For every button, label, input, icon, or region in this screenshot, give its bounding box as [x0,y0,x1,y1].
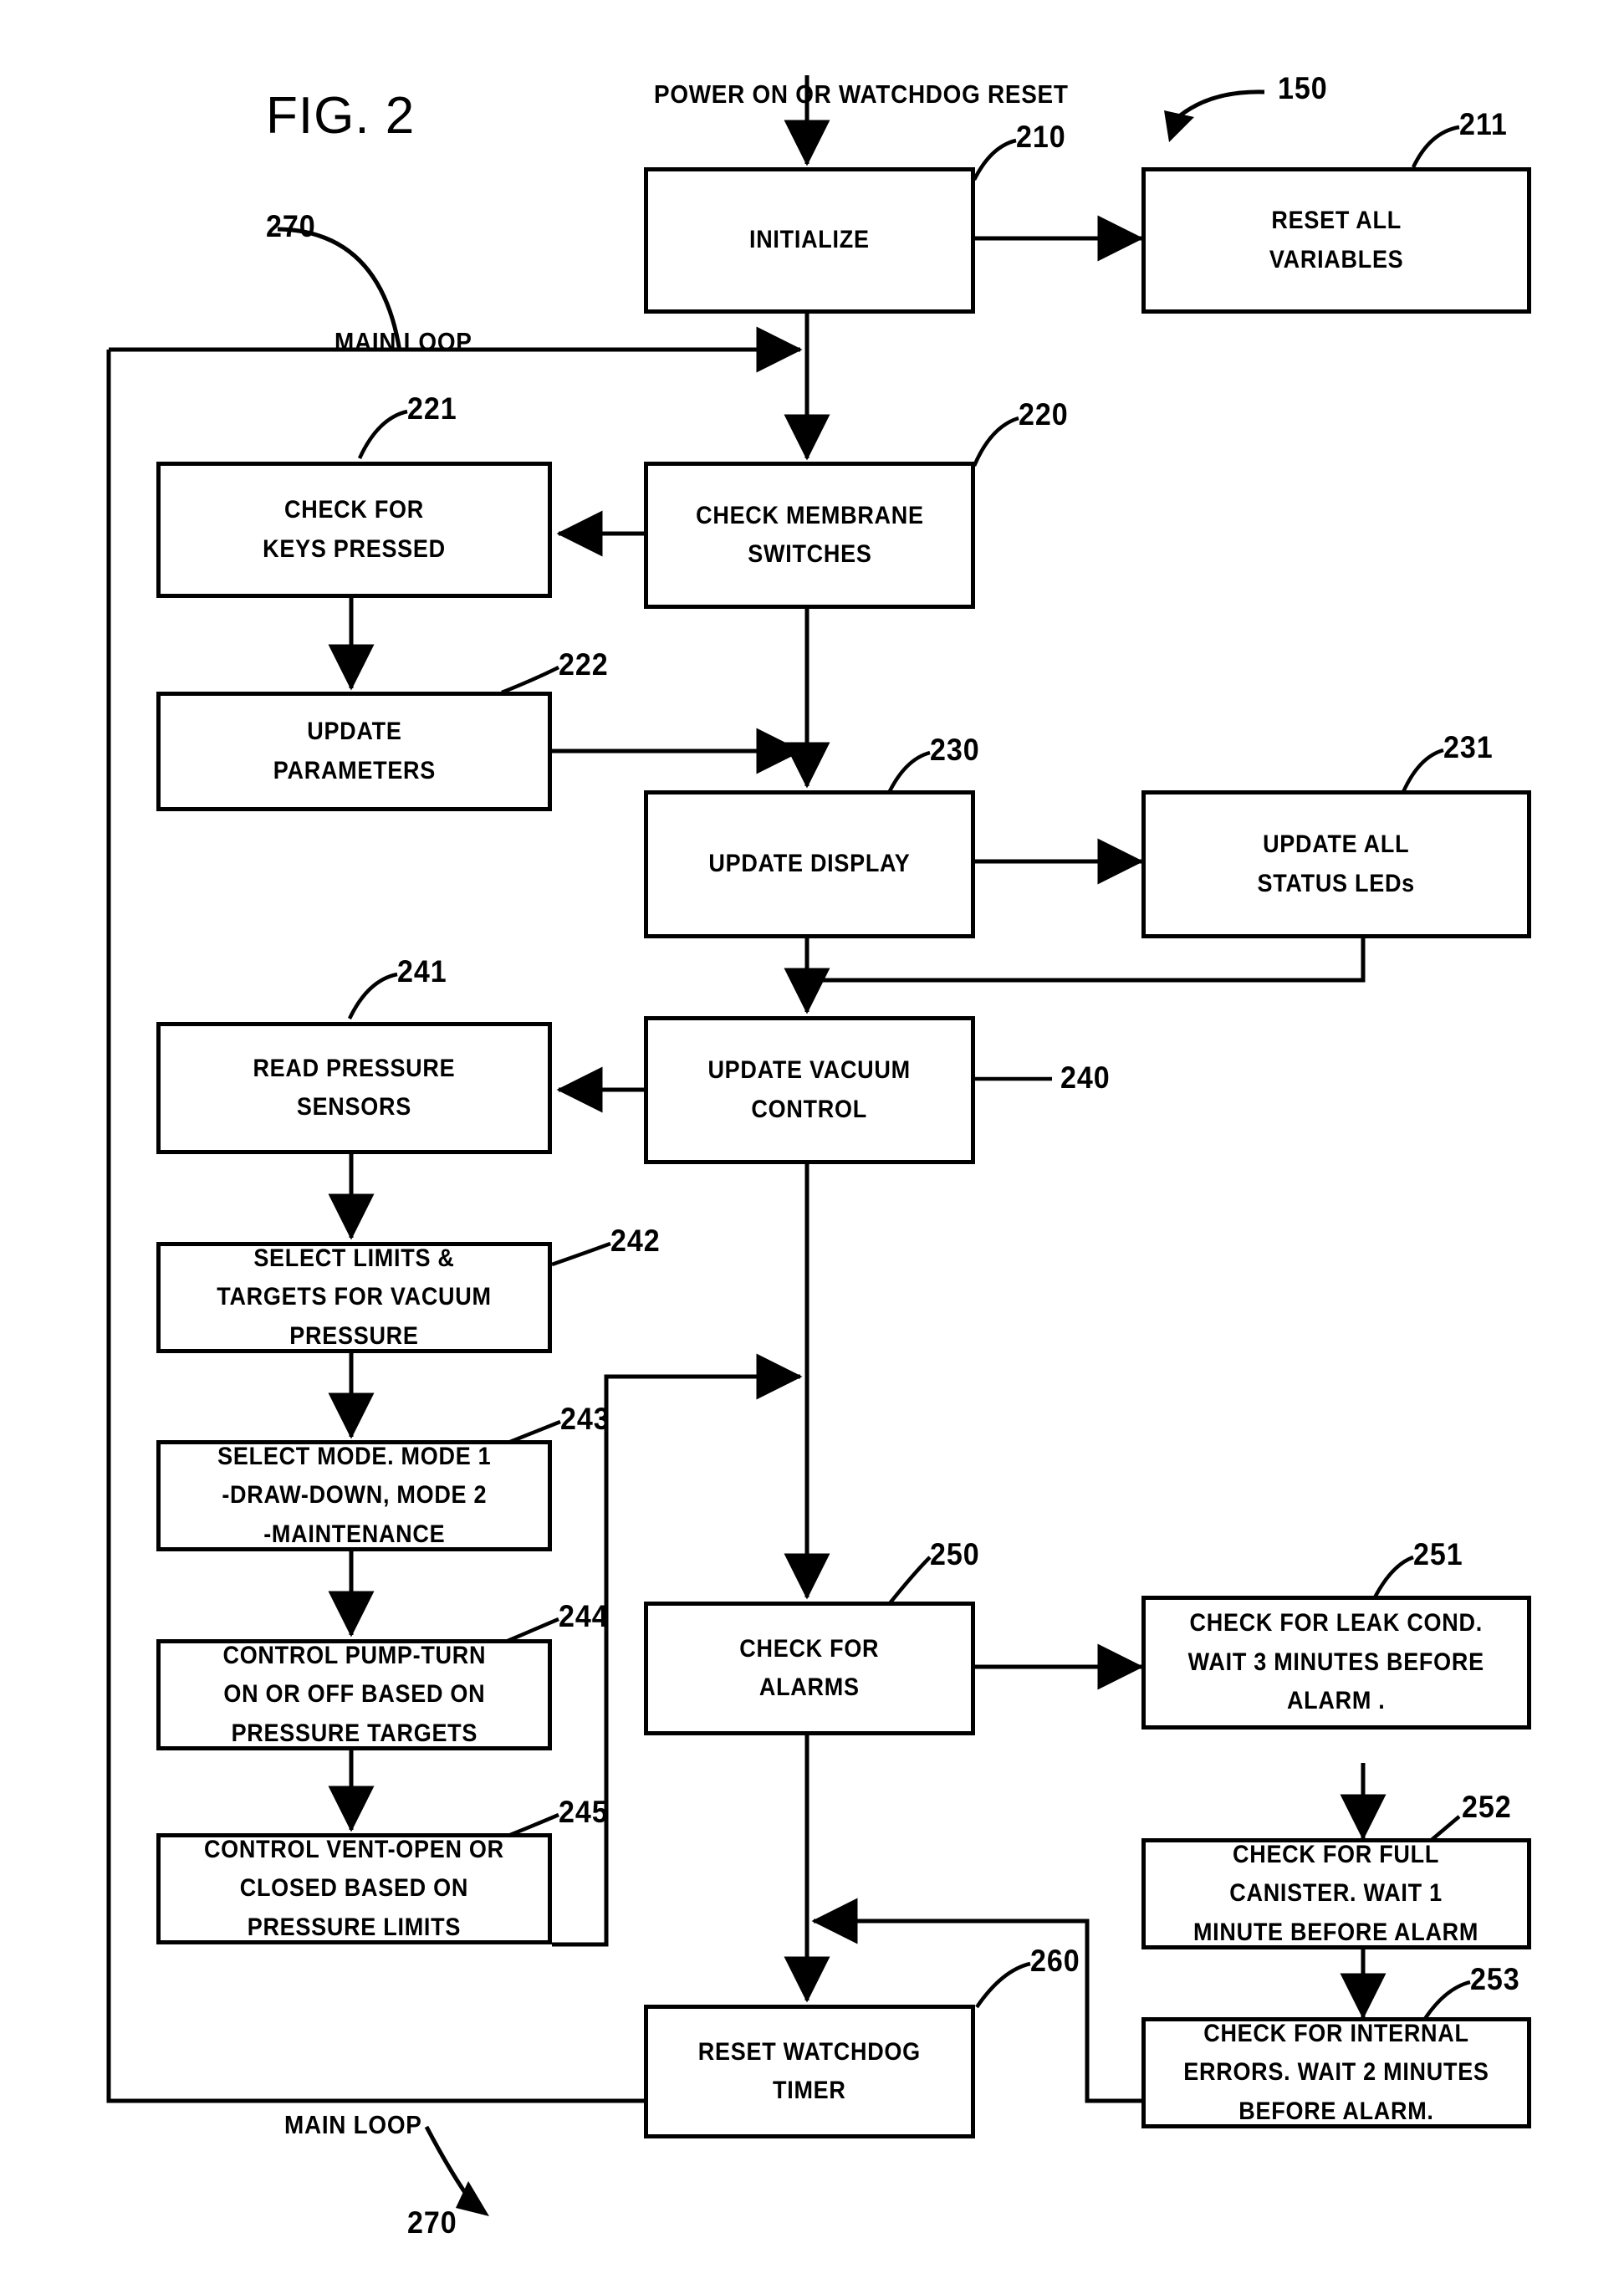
ref-253: 253 [1470,1962,1520,1996]
box-line: SELECT MODE. MODE 1 [217,1442,492,1470]
box-line: CHECK FOR LEAK COND. [1189,1609,1484,1638]
box-line: MINUTE BEFORE ALARM [1193,1918,1479,1946]
box-line: STATUS LEDs [1257,869,1416,897]
box-line: -DRAW-DOWN, MODE 2 [222,1481,487,1510]
box-line: CHECK MEMBRANE [695,501,924,529]
ref-250: 250 [930,1537,980,1571]
process-box-check-full-canister[interactable]: CHECK FOR FULL CANISTER. WAIT 1 MINUTE B… [1141,1838,1531,1949]
box-line: PRESSURE LIMITS [247,1913,462,1941]
process-box-update-vacuum-control[interactable]: UPDATE VACUUM CONTROL [644,1016,975,1164]
ref-252: 252 [1462,1790,1512,1824]
process-box-update-display[interactable]: UPDATE DISPLAY [644,790,975,938]
box-line: CHECK FOR INTERNAL [1203,2019,1469,2047]
main-loop-caption-top: MAIN LOOP [335,327,472,356]
box-line: SELECT LIMITS & [253,1244,455,1272]
box-line: SWITCHES [747,540,872,568]
box-line: SENSORS [296,1093,412,1121]
box-line: -MAINTENANCE [263,1520,446,1548]
ref-270-top: 270 [266,209,316,243]
process-box-control-pump[interactable]: CONTROL PUMP-TURN ON OR OFF BASED ON PRE… [156,1639,552,1750]
box-line: TIMER [773,2077,846,2104]
box-line: ON OR OFF BASED ON [222,1680,485,1709]
box-line: ALARM . [1287,1687,1386,1715]
box-line: RESET WATCHDOG [697,2037,922,2066]
box-line: ERRORS. WAIT 2 MINUTES [1183,2058,1489,2087]
box-line: TARGETS FOR VACUUM [217,1283,492,1311]
process-box-read-pressure-sensors[interactable]: READ PRESSURE SENSORS [156,1022,552,1154]
box-line: CONTROL PUMP-TURN [222,1641,486,1669]
ref-220: 220 [1019,397,1069,432]
box-line: PRESSURE TARGETS [231,1719,477,1747]
ref-221: 221 [407,391,457,426]
process-box-initialize[interactable]: INITIALIZE [644,167,975,314]
box-line: WAIT 3 MINUTES BEFORE [1187,1648,1485,1676]
box-line: UPDATE DISPLAY [708,850,911,878]
box-line: READ PRESSURE [253,1054,456,1082]
box-line: ALARMS [759,1673,860,1701]
box-line: BEFORE ALARM. [1238,2097,1434,2125]
main-loop-caption-bottom: MAIN LOOP [284,2110,422,2139]
box-line: PARAMETERS [273,756,436,784]
box-line: CHECK FOR [283,496,424,524]
ref-242: 242 [610,1224,661,1258]
ref-231: 231 [1443,730,1494,764]
ref-230: 230 [930,733,980,767]
ref-270-bottom: 270 [407,2205,457,2240]
ref-241: 241 [397,954,447,989]
process-box-select-limits-targets[interactable]: SELECT LIMITS & TARGETS FOR VACUUM PRESS… [156,1242,552,1353]
process-box-reset-all-variables[interactable]: RESET ALL VARIABLES [1141,167,1531,314]
ref-244: 244 [559,1599,609,1633]
box-line: CHECK FOR FULL [1233,1840,1440,1868]
box-line: CLOSED BASED ON [239,1874,469,1903]
box-line: CONTROL VENT-OPEN OR [204,1835,504,1863]
ref-211: 211 [1459,107,1508,141]
box-line: UPDATE ALL [1263,830,1410,858]
ref-210: 210 [1016,120,1066,154]
box-line: PRESSURE [289,1321,419,1350]
process-box-check-leak-cond[interactable]: CHECK FOR LEAK COND. WAIT 3 MINUTES BEFO… [1141,1596,1531,1730]
ref-251: 251 [1413,1537,1463,1571]
box-line: UPDATE VACUUM [707,1056,912,1084]
patent-figure-2: FIG. 2 POWER ON OR WATCHDOG RESET MAIN L… [0,0,1624,2289]
box-line: UPDATE [306,718,402,745]
box-line: INITIALIZE [749,226,870,254]
box-line: CONTROL [751,1095,868,1123]
box-line: RESET ALL [1271,207,1402,234]
ref-240: 240 [1060,1060,1111,1095]
process-box-control-vent[interactable]: CONTROL VENT-OPEN OR CLOSED BASED ON PRE… [156,1833,552,1944]
process-box-update-parameters[interactable]: UPDATE PARAMETERS [156,692,552,811]
process-box-reset-watchdog-timer[interactable]: RESET WATCHDOG TIMER [644,2005,975,2138]
box-line: CHECK FOR [739,1634,880,1663]
ref-150: 150 [1278,71,1328,105]
ref-260: 260 [1030,1944,1080,1978]
process-box-check-for-keys-pressed[interactable]: CHECK FOR KEYS PRESSED [156,462,552,598]
process-box-check-internal-errors[interactable]: CHECK FOR INTERNAL ERRORS. WAIT 2 MINUTE… [1141,2017,1531,2128]
figure-label: FIG. 2 [266,87,416,145]
box-line: KEYS PRESSED [263,534,446,563]
box-line: VARIABLES [1269,245,1404,273]
process-box-check-membrane-switches[interactable]: CHECK MEMBRANE SWITCHES [644,462,975,609]
ref-222: 222 [559,647,609,682]
process-box-update-all-status-leds[interactable]: UPDATE ALL STATUS LEDs [1141,790,1531,938]
process-box-select-mode[interactable]: SELECT MODE. MODE 1 -DRAW-DOWN, MODE 2 -… [156,1440,552,1551]
ref-243: 243 [560,1402,610,1436]
ref-245: 245 [559,1795,609,1829]
box-line: CANISTER. WAIT 1 [1229,1879,1443,1908]
process-box-check-for-alarms[interactable]: CHECK FOR ALARMS [644,1602,975,1735]
power-on-caption: POWER ON OR WATCHDOG RESET [654,79,1069,109]
